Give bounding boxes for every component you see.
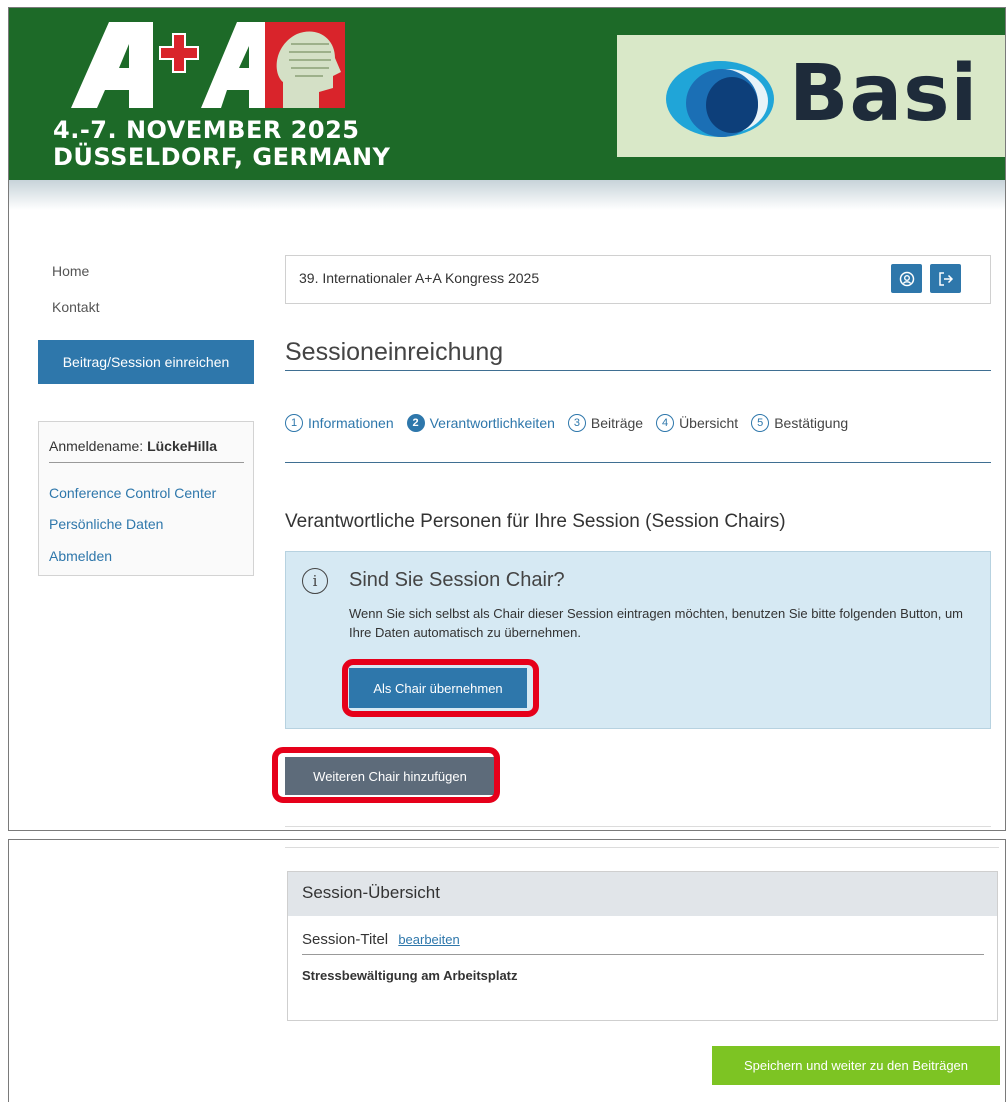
step-number: 2 — [406, 414, 425, 432]
step-label: Übersicht — [679, 415, 739, 431]
user-profile-button[interactable] — [891, 264, 922, 293]
username-row: Anmeldename: LückeHilla — [49, 438, 244, 463]
step-number: 4 — [656, 414, 675, 432]
user-circle-icon — [899, 271, 914, 286]
page-title: Sessioneinreichung — [285, 338, 504, 366]
overview-divider — [302, 954, 984, 955]
logout-icon — [938, 271, 953, 286]
title-divider — [285, 370, 991, 371]
step-uebersicht[interactable]: 4 Übersicht — [656, 414, 738, 432]
highlight-frame — [272, 747, 500, 803]
step-verantwortlichkeiten[interactable]: 2 Verantwortlichkeiten — [406, 414, 555, 432]
submit-session-button[interactable]: Beitrag/Session einreichen — [38, 340, 254, 384]
info-icon: i — [302, 568, 328, 594]
bottom-screenshot-panel: Session-Übersicht Session-Titel bearbeit… — [8, 839, 1006, 1102]
nav-home-link[interactable]: Home — [52, 263, 89, 279]
step-label: Bestätigung — [774, 415, 849, 431]
banner-shadow — [9, 180, 1005, 210]
progress-steps: 1 Informationen 2 Verantwortlichkeiten 3… — [285, 414, 861, 432]
step-label: Informationen — [308, 415, 394, 431]
logout-link[interactable]: Abmelden — [49, 548, 112, 564]
top-screenshot-panel: 4.-7. NOVEMBER 2025 DÜSSELDORF, GERMANY … — [8, 7, 1006, 831]
session-title-value: Stressbewältigung am Arbeitsplatz — [302, 968, 518, 983]
user-panel: Anmeldename: LückeHilla Conference Contr… — [38, 421, 254, 576]
username-value: LückeHilla — [147, 438, 218, 454]
step-beitraege[interactable]: 3 Beiträge — [567, 414, 644, 432]
overview-heading: Session-Übersicht — [288, 872, 997, 916]
nav-contact-link[interactable]: Kontakt — [52, 299, 99, 315]
sponsor-banner: Basi — [617, 35, 1005, 157]
sponsor-name: Basi — [789, 49, 979, 139]
event-date: 4.-7. NOVEMBER 2025 — [53, 116, 360, 144]
save-and-continue-button[interactable]: Speichern und weiter zu den Beiträgen — [712, 1046, 1000, 1085]
username-label: Anmeldename: — [49, 438, 144, 454]
info-text: Wenn Sie sich selbst als Chair dieser Se… — [349, 606, 964, 640]
info-heading: Sind Sie Session Chair? — [349, 569, 565, 591]
session-overview-panel: Session-Übersicht Session-Titel bearbeit… — [287, 871, 998, 1021]
step-number: 1 — [285, 414, 303, 432]
event-city: DÜSSELDORF, GERMANY — [53, 143, 391, 171]
bottom-divider — [285, 826, 991, 827]
aa-logo — [61, 16, 351, 121]
section-heading: Verantwortliche Personen für Ihre Sessio… — [285, 511, 786, 532]
step-number: 3 — [567, 414, 586, 432]
highlight-frame — [342, 659, 539, 717]
step-informationen[interactable]: 1 Informationen — [285, 414, 394, 432]
congress-title: 39. Internationaler A+A Kongress 2025 — [299, 270, 540, 286]
top-divider — [285, 847, 999, 848]
steps-divider — [285, 462, 991, 463]
congress-header: 39. Internationaler A+A Kongress 2025 — [285, 255, 991, 304]
conference-control-center-link[interactable]: Conference Control Center — [49, 485, 216, 501]
event-banner: 4.-7. NOVEMBER 2025 DÜSSELDORF, GERMANY … — [9, 8, 1005, 180]
step-number: 5 — [751, 414, 770, 432]
personal-data-link[interactable]: Persönliche Daten — [49, 516, 163, 532]
step-label: Beiträge — [590, 415, 644, 431]
step-bestaetigung[interactable]: 5 Bestätigung — [751, 414, 848, 432]
session-title-label: Session-Titel — [302, 931, 389, 948]
edit-title-link[interactable]: bearbeiten — [398, 932, 459, 947]
step-label: Verantwortlichkeiten — [429, 415, 555, 431]
session-title-row: Session-Titel bearbeiten — [302, 931, 460, 948]
logout-button[interactable] — [930, 264, 961, 293]
basi-logo-icon — [664, 55, 776, 146]
